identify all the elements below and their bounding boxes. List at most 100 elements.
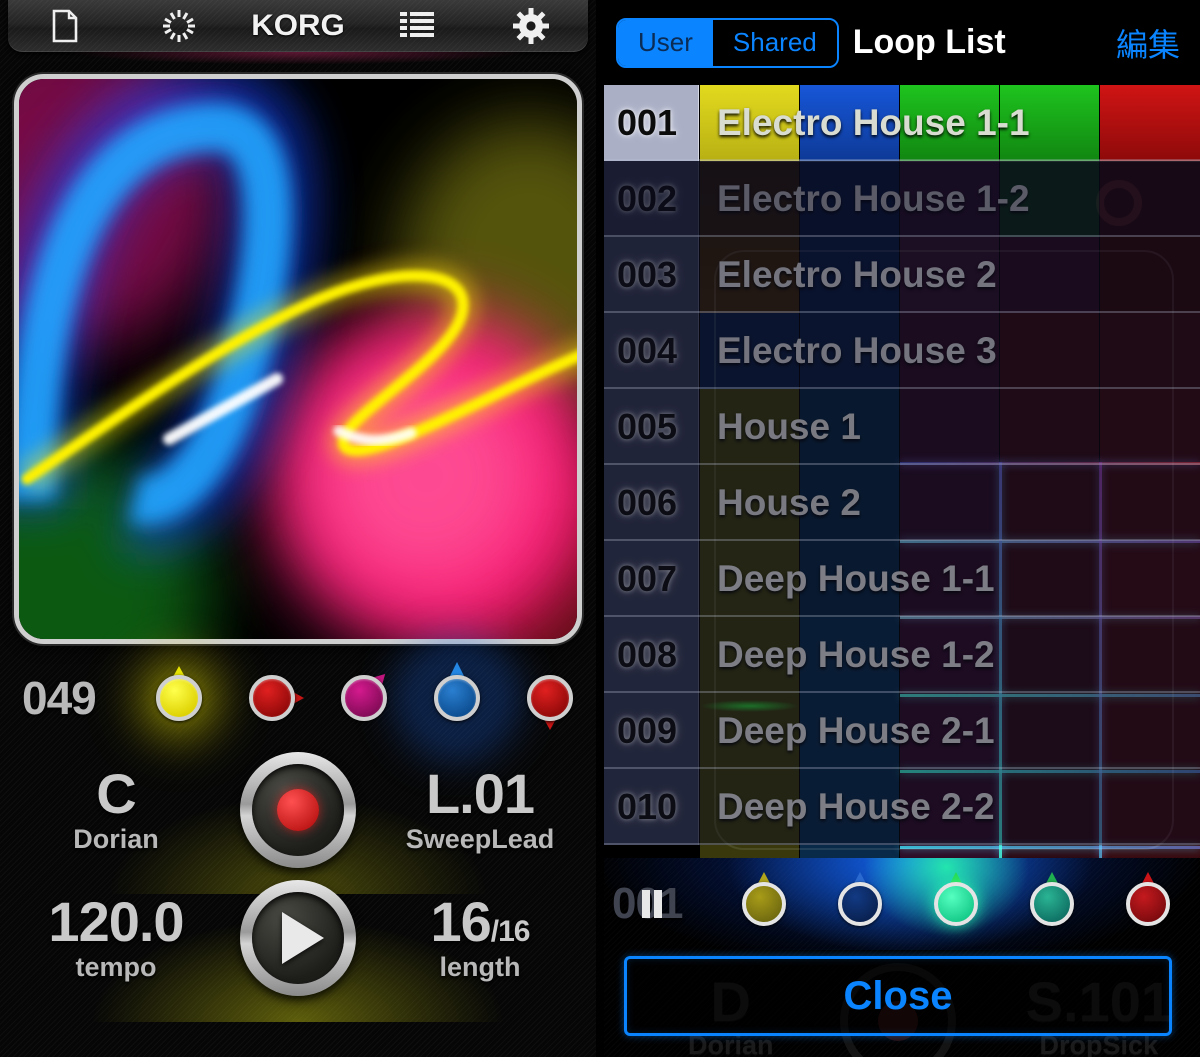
korg-logo: KORG bbox=[251, 9, 345, 42]
pad-indicator-1[interactable] bbox=[113, 633, 244, 763]
list-item-number: 007 bbox=[596, 541, 699, 617]
length-label: length bbox=[439, 951, 521, 982]
list-item[interactable]: 003 Electro House 2 bbox=[596, 237, 1200, 313]
list-item-number: 004 bbox=[596, 313, 699, 389]
list-item-name: Deep House 1-1 bbox=[717, 558, 995, 599]
gear-icon-glyph bbox=[513, 8, 549, 44]
tempo-length-row: 120.0 tempo 16/16 length bbox=[0, 872, 596, 1022]
file-icon[interactable] bbox=[25, 4, 105, 48]
xy-pad[interactable] bbox=[14, 74, 582, 644]
play-button[interactable] bbox=[240, 880, 356, 996]
list-item[interactable]: 009 Deep House 2-1 bbox=[596, 693, 1200, 769]
list-item-name: Electro House 1-1 bbox=[717, 102, 1030, 143]
list-item-number: 010 bbox=[596, 769, 699, 845]
pad-indicator-row: 049 bbox=[0, 633, 596, 763]
top-toolbar: KORG bbox=[8, 0, 588, 52]
pad-indicator-number: 049 bbox=[22, 672, 97, 724]
play-button-face bbox=[252, 892, 344, 984]
list-icon[interactable] bbox=[377, 4, 457, 48]
list-item[interactable]: 008 Deep House 1-2 bbox=[596, 617, 1200, 693]
pad-indicator-4[interactable] bbox=[391, 633, 522, 763]
instrument-slot: L.01 bbox=[425, 761, 535, 825]
file-icon-glyph bbox=[52, 9, 78, 43]
xy-pad-canvas bbox=[19, 79, 577, 639]
sunburst-icon[interactable] bbox=[139, 4, 219, 48]
list-item-number: 008 bbox=[596, 617, 699, 693]
tempo-value[interactable]: 120.0 tempo bbox=[26, 889, 206, 983]
tempo-label: tempo bbox=[75, 951, 157, 982]
instrument-name: SweepLead bbox=[405, 823, 555, 854]
list-item-name: Electro House 2 bbox=[717, 254, 997, 295]
scale-root: C bbox=[96, 761, 136, 825]
list-item-name: House 2 bbox=[717, 482, 861, 523]
scale-value[interactable]: C Dorian bbox=[26, 761, 206, 855]
length-total: /16 bbox=[490, 914, 531, 948]
indicator-dot bbox=[1030, 882, 1074, 926]
loop-list[interactable]: 001 Electro House 1-1 002 Electro House … bbox=[596, 85, 1200, 858]
edit-button[interactable]: 編集 bbox=[1116, 20, 1180, 66]
indicator-dot bbox=[433, 675, 480, 721]
list-separator bbox=[596, 843, 1200, 845]
indicator-dot bbox=[742, 882, 786, 926]
record-dot-icon bbox=[277, 789, 319, 831]
list-item-number: 005 bbox=[596, 389, 699, 465]
indicator-dot bbox=[526, 675, 573, 721]
record-button-face bbox=[252, 764, 344, 856]
bottom-indicator-4[interactable] bbox=[1004, 858, 1100, 950]
length-number: 16/16 bbox=[390, 893, 570, 950]
instrument-value[interactable]: L.01 SweepLead bbox=[390, 761, 570, 855]
segment-shared[interactable]: Shared bbox=[712, 19, 837, 66]
list-icon-glyph bbox=[400, 12, 434, 37]
bottom-bar: 001 bbox=[596, 858, 1200, 1057]
list-item-number: 003 bbox=[596, 237, 699, 313]
current-loop-number: 001 bbox=[612, 879, 716, 929]
indicator-dot bbox=[838, 882, 882, 926]
page-title: Loop List bbox=[852, 23, 1006, 61]
list-item-number: 006 bbox=[596, 465, 699, 541]
right-panel: User Shared Loop List 編集 001 Electro Hou… bbox=[596, 0, 1200, 1057]
record-button[interactable] bbox=[240, 752, 356, 868]
length-bars: 16 bbox=[430, 889, 491, 953]
list-item-name: Electro House 3 bbox=[717, 330, 997, 371]
list-item[interactable]: 010 Deep House 2-2 bbox=[596, 769, 1200, 845]
list-item[interactable]: 005 House 1 bbox=[596, 389, 1200, 465]
list-item[interactable]: 001 Electro House 1-1 bbox=[596, 85, 1200, 161]
close-button[interactable]: Close bbox=[624, 956, 1172, 1036]
tempo-number: 120.0 bbox=[48, 889, 184, 953]
neon-trail bbox=[19, 79, 577, 554]
list-item-name: Electro House 1-2 bbox=[717, 178, 1030, 219]
list-item[interactable]: 004 Electro House 3 bbox=[596, 313, 1200, 389]
list-item[interactable]: 002 Electro House 1-2 bbox=[596, 161, 1200, 237]
left-panel: KORG 049 C Dorian L.01 SweepLead 120.0 t… bbox=[0, 0, 596, 1057]
list-item-name: Deep House 1-2 bbox=[717, 634, 995, 675]
panel-divider bbox=[596, 0, 604, 1057]
list-item[interactable]: 007 Deep House 1-1 bbox=[596, 541, 1200, 617]
source-segmented-control[interactable]: User Shared bbox=[616, 17, 839, 68]
list-item-number: 001 bbox=[596, 85, 699, 161]
scale-instrument-row: C Dorian L.01 SweepLead bbox=[0, 744, 596, 894]
indicator-dot bbox=[934, 882, 978, 926]
bottom-indicator-2[interactable] bbox=[812, 858, 908, 950]
gear-icon[interactable] bbox=[491, 4, 571, 48]
korg-gadget-screen: KORG 049 C Dorian L.01 SweepLead 120.0 t… bbox=[0, 0, 1200, 1057]
indicator-dot bbox=[341, 675, 388, 721]
list-item-number: 009 bbox=[596, 693, 699, 769]
list-header: User Shared Loop List 編集 bbox=[596, 0, 1200, 85]
list-item-name: House 1 bbox=[717, 406, 861, 447]
list-item-number: 002 bbox=[596, 161, 699, 237]
pause-icon bbox=[642, 890, 662, 918]
indicator-dot bbox=[248, 675, 295, 721]
indicator-dot bbox=[155, 675, 202, 721]
bottom-indicator-1[interactable] bbox=[716, 858, 812, 950]
bottom-indicator-row: 001 bbox=[596, 858, 1200, 950]
bottom-indicator-5[interactable] bbox=[1100, 858, 1196, 950]
length-value[interactable]: 16/16 length bbox=[390, 893, 570, 983]
toolbar-glow bbox=[0, 52, 596, 70]
segment-user[interactable]: User bbox=[618, 19, 713, 66]
list-item-name: Deep House 2-1 bbox=[717, 710, 995, 751]
sunburst-icon-glyph bbox=[163, 10, 195, 42]
indicator-dot bbox=[1126, 882, 1170, 926]
list-item[interactable]: 006 House 2 bbox=[596, 465, 1200, 541]
play-triangle-icon bbox=[282, 912, 324, 964]
bottom-indicator-3[interactable] bbox=[908, 858, 1004, 950]
